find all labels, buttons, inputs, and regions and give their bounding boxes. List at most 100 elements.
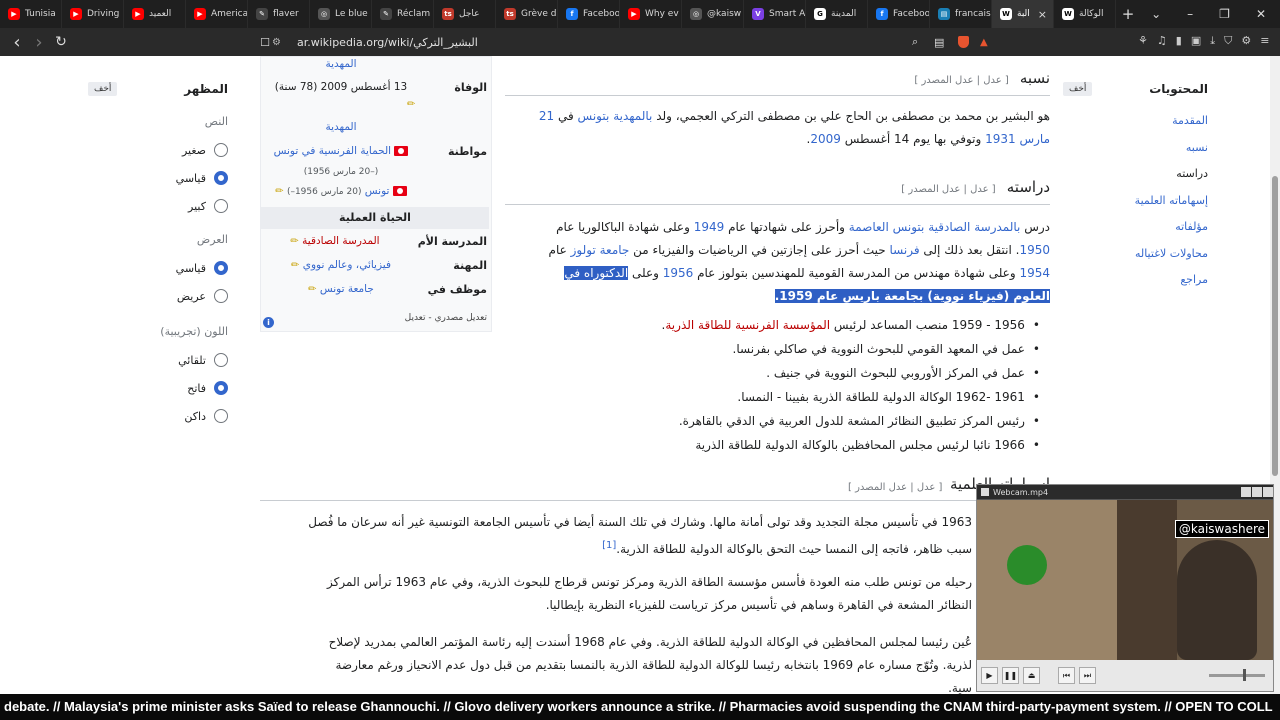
appearance-option[interactable]: عريض (88, 282, 228, 310)
appearance-option[interactable]: صغير (88, 136, 228, 164)
minimize-window-icon[interactable]: – (1187, 7, 1193, 21)
menu-icon[interactable]: ≡ (1260, 34, 1269, 48)
browser-tab[interactable]: f Faceboo (558, 0, 620, 28)
close-window-icon[interactable]: ✕ (1256, 7, 1266, 21)
radio-button[interactable] (214, 381, 228, 395)
selected-text[interactable]: الدكتوراه في (564, 266, 629, 280)
shield-icon[interactable] (958, 36, 969, 48)
restore-window-icon[interactable]: ❐ (1219, 7, 1230, 21)
extensions-icon[interactable]: ⚘ (1138, 34, 1148, 48)
edit-pencil-icon[interactable]: ✏ (290, 236, 298, 247)
radio-button[interactable] (214, 171, 228, 185)
link-year-1931[interactable]: 1931 (985, 132, 1016, 146)
toc-hide-button[interactable]: أخف (1063, 82, 1093, 96)
section-edit-links[interactable]: [ عدل | عدل المصدر ] (914, 75, 1008, 86)
music-icon[interactable]: ♫ (1157, 34, 1167, 48)
section-edit-links[interactable]: [ عدل | عدل المصدر ] (848, 482, 942, 493)
browser-tab[interactable]: ▶ Driving (62, 0, 124, 28)
toc-item[interactable]: المقدمة (1063, 108, 1208, 135)
toc-item[interactable]: مؤلفاته (1063, 214, 1208, 241)
webcam-titlebar[interactable]: Webcam.mp4 (977, 485, 1273, 500)
link-year[interactable]: 1950 (1019, 243, 1050, 257)
pause-icon[interactable]: ❚❚ (1002, 667, 1019, 684)
radio-button[interactable] (214, 409, 228, 423)
employer-link[interactable]: جامعة تونس (320, 283, 374, 295)
browser-tab[interactable]: ts عاجل (434, 0, 496, 28)
previous-icon[interactable]: ⏮ (1058, 667, 1075, 684)
appearance-option[interactable]: كبير (88, 192, 228, 220)
back-button[interactable]: ‹ (6, 32, 28, 53)
browser-tab[interactable]: ◎ @kaisw (682, 0, 744, 28)
link-toulouse[interactable]: جامعة تولوز (571, 243, 630, 257)
toc-item[interactable]: إسهاماته العلمية (1063, 188, 1208, 215)
radio-button[interactable] (214, 199, 228, 213)
appearance-option[interactable]: داكن (88, 402, 228, 430)
close-icon[interactable] (1263, 487, 1273, 497)
zoom-icon[interactable]: ⌕ (912, 35, 918, 49)
appearance-option[interactable]: قياسي (88, 254, 228, 282)
sidebar-icon[interactable]: ▮ (1176, 34, 1182, 48)
edit-pencil-icon[interactable]: ✏ (291, 260, 299, 271)
selected-text[interactable]: العلوم (فيزياء نووية) بجامعة باريس عام 1… (774, 289, 1050, 303)
radio-button[interactable] (214, 261, 228, 275)
close-tab-icon[interactable]: × (1038, 8, 1047, 21)
death-place-link[interactable]: المهدية (263, 121, 419, 133)
wallet-icon[interactable]: ▣ (1191, 34, 1201, 48)
play-icon[interactable]: ▶ (981, 667, 998, 684)
browser-tab[interactable]: V Smart A (744, 0, 806, 28)
vpn-icon[interactable]: ⛉ (1224, 34, 1232, 48)
link-france[interactable]: فرنسا (890, 243, 920, 257)
appearance-option[interactable]: قياسي (88, 164, 228, 192)
citizenship-link-2[interactable]: تونس (365, 185, 390, 197)
browser-tab[interactable]: ▤ francais (930, 0, 992, 28)
toc-item[interactable]: محاولات لاغتياله (1063, 241, 1208, 268)
appearance-option[interactable]: فاتح (88, 374, 228, 402)
reference-link[interactable]: [1] (602, 540, 616, 551)
browser-tab[interactable]: ▶ العميد (124, 0, 186, 28)
settings-icon[interactable]: ⚙ (1241, 34, 1251, 48)
edit-pencil-icon[interactable]: ✏ (407, 99, 415, 110)
toc-item[interactable]: نسبه (1063, 135, 1208, 162)
browser-tab[interactable]: ✎ flaver (248, 0, 310, 28)
site-info-icon[interactable]: ⚙ (272, 37, 281, 48)
alma-mater-link[interactable]: المدرسة الصادقية (302, 235, 379, 247)
link-tunisia[interactable]: بتونس (578, 109, 610, 123)
maximize-icon[interactable] (1252, 487, 1262, 497)
toc-item[interactable]: مراجع (1063, 267, 1208, 294)
appearance-option[interactable]: تلقائي (88, 346, 228, 374)
eject-icon[interactable]: ⏏ (1023, 667, 1040, 684)
occupation-link[interactable]: فيزيائي، وعالم نووي (303, 259, 391, 271)
browser-tab[interactable]: G المدينة (806, 0, 868, 28)
scrollbar-thumb[interactable] (1272, 176, 1278, 476)
appearance-hide-button[interactable]: أخف (88, 82, 118, 96)
edit-pencil-icon[interactable]: ✏ (308, 284, 316, 295)
volume-slider[interactable] (1209, 669, 1265, 681)
link-sadiki[interactable]: بالمدرسة الصادقية بتونس العاصمة (849, 220, 1021, 234)
browser-tab[interactable]: ✎ Réclam (372, 0, 434, 28)
rewards-icon[interactable]: ▲ (980, 37, 988, 48)
browser-tab[interactable]: ▶ Tunisia (0, 0, 62, 28)
forward-button[interactable]: › (28, 32, 50, 53)
browser-tab[interactable]: ▶ Why ev (620, 0, 682, 28)
browser-tab[interactable]: f Faceboo (868, 0, 930, 28)
toc-item[interactable]: دراسته (1063, 161, 1208, 188)
downloads-icon[interactable]: ⤓ (1210, 34, 1215, 48)
browser-tab[interactable]: W الوكالة (1054, 0, 1116, 28)
next-icon[interactable]: ⏭ (1079, 667, 1096, 684)
minimize-icon[interactable] (1241, 487, 1251, 497)
browser-tab[interactable]: W البة × (992, 0, 1054, 28)
info-icon[interactable]: i (263, 317, 274, 328)
browser-tab[interactable]: ▶ America (186, 0, 248, 28)
tab-search-icon[interactable]: ⌄ (1151, 7, 1161, 21)
radio-button[interactable] (214, 289, 228, 303)
link-year[interactable]: 1949 (694, 220, 725, 234)
url-text[interactable]: ar.wikipedia.org/wiki/البشير_التركي (297, 36, 478, 49)
browser-tab[interactable]: ◎ Le blue (310, 0, 372, 28)
address-bar[interactable]: ⚙ ar.wikipedia.org/wiki/البشير_التركي ⌕ … (272, 31, 1000, 53)
section-edit-links[interactable]: [ عدل | عدل المصدر ] (901, 184, 995, 195)
reload-button[interactable]: ↻ (50, 34, 72, 50)
radio-button[interactable] (214, 143, 228, 157)
reader-icon[interactable]: ▤ (934, 36, 944, 49)
browser-tab[interactable]: ts Grève d (496, 0, 558, 28)
edit-pencil-icon[interactable]: ✏ (275, 186, 283, 197)
